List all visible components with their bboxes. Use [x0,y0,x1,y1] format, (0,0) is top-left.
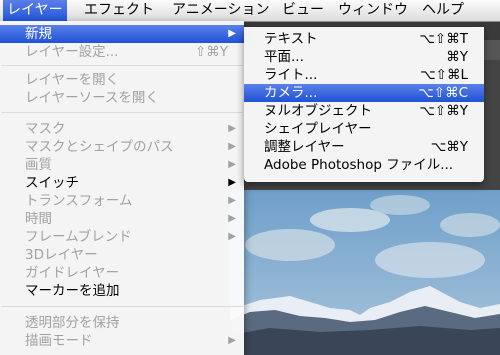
mountain-photo [230,190,500,355]
menu-item-label: 描画モード [25,333,93,349]
menu-item-new[interactable]: 新規 ▶ [0,25,244,43]
submenu-item-text[interactable]: テキスト ⌥⇧⌘T [244,30,484,48]
menu-item-blending-mode[interactable]: 描画モード ▶ [0,332,244,350]
submenu-arrow-icon: ▶ [228,195,236,206]
menu-item-label: ガイドレイヤー [25,265,120,281]
menu-item-label: ライト... [264,67,318,83]
menu-item-label: シェイプレイヤー [264,121,372,137]
new-submenu: テキスト ⌥⇧⌘T 平面... ⌘Y ライト... ⌥⇧⌘L カメラ... ⌥⇧… [244,27,484,182]
menu-item-label: レイヤーソースを開く [25,90,159,106]
submenu-item-solid[interactable]: 平面... ⌘Y [244,48,484,66]
background-scroll-edge [484,40,500,60]
submenu-item-camera[interactable]: カメラ... ⌥⇧⌘C [244,84,484,102]
shortcut-label: ⌥⇧⌘T [419,31,468,47]
menu-item-label: フレームブレンド [25,229,132,245]
submenu-item-adjustment-layer[interactable]: 調整レイヤー ⌥⌘Y [244,138,484,156]
submenu-arrow-icon: ▶ [228,28,236,39]
menu-item-label: スイッチ [25,175,79,191]
menu-item-time[interactable]: 時間 ▶ [0,210,244,228]
menu-item-label: レイヤー設定... [25,44,119,60]
shortcut-label: ⌘Y [446,49,468,65]
menu-item-mask-and-shape-path[interactable]: マスクとシェイプのパス ▶ [0,138,244,156]
menu-item-label: 3Dレイヤー [25,247,98,263]
menu-item-quality[interactable]: 画質 ▶ [0,156,244,174]
menu-separator [1,112,243,113]
menu-item-add-marker[interactable]: マーカーを追加 [0,282,244,300]
submenu-arrow-icon: ▶ [228,123,236,134]
menu-item-label: トランスフォーム [25,193,133,209]
menu-item-label: レイヤーを開く [25,72,120,88]
menu-item-label: 平面... [264,49,304,65]
shortcut-label: ⌥⇧⌘C [418,85,468,101]
menubar-help[interactable]: ヘルプ [418,0,468,21]
submenu-arrow-icon: ▶ [228,213,236,224]
menu-item-label: Adobe Photoshop ファイル... [264,157,454,173]
menu-item-preserve-transparency[interactable]: 透明部分を保持 [0,314,244,332]
menubar-window[interactable]: ウィンドウ [334,0,412,21]
submenu-item-shape-layer[interactable]: シェイプレイヤー [244,120,484,138]
menu-item-frame-blend[interactable]: フレームブレンド ▶ [0,228,244,246]
menu-item-mask[interactable]: マスク ▶ [0,120,244,138]
menu-item-label: 時間 [25,211,52,227]
menu-item-open-layer-source[interactable]: レイヤーソースを開く [0,89,244,107]
menubar-view[interactable]: ビュー [278,0,328,21]
menu-separator [1,65,243,66]
submenu-item-light[interactable]: ライト... ⌥⇧⌘L [244,66,484,84]
shortcut-label: ⌥⇧⌘Y [419,103,468,119]
menu-item-label: 画質 [25,157,52,173]
shortcut-label: ⇧⌘Y [194,44,228,60]
submenu-item-null-object[interactable]: ヌルオブジェクト ⌥⇧⌘Y [244,102,484,120]
menubar-layer[interactable]: レイヤー [3,0,67,21]
menu-item-label: マスク [25,121,66,137]
menubar-effect[interactable]: エフェクト [80,0,158,21]
submenu-arrow-icon: ▶ [228,177,236,188]
menu-item-label: マーカーを追加 [25,283,120,299]
menu-item-layer-settings[interactable]: レイヤー設定... ⇧⌘Y [0,43,244,61]
menu-item-label: テキスト [264,31,318,47]
shortcut-label: ⌥⌘Y [430,139,468,155]
submenu-arrow-icon: ▶ [228,231,236,242]
submenu-arrow-icon: ▶ [228,159,236,170]
menu-item-transform[interactable]: トランスフォーム ▶ [0,192,244,210]
menu-item-label: ヌルオブジェクト [264,103,372,119]
menu-item-label: 新規 [25,26,52,42]
menu-item-switches[interactable]: スイッチ ▶ [0,174,244,192]
submenu-arrow-icon: ▶ [228,335,236,346]
menu-separator [1,306,243,307]
layer-menu: 新規 ▶ レイヤー設定... ⇧⌘Y レイヤーを開く レイヤーソースを開く マス… [0,21,244,355]
submenu-arrow-icon: ▶ [228,141,236,152]
menu-item-label: カメラ... [264,85,318,101]
shortcut-label: ⌥⇧⌘L [420,67,468,83]
menu-item-label: 調整レイヤー [264,139,345,155]
menu-item-3d-layer[interactable]: 3Dレイヤー [0,246,244,264]
menu-bar: レイヤー エフェクト アニメーション ビュー ウィンドウ ヘルプ [0,0,500,22]
menu-item-label: 透明部分を保持 [25,315,120,331]
menu-item-label: マスクとシェイプのパス [25,139,174,155]
menubar-animation[interactable]: アニメーション [168,0,273,21]
menu-item-guide-layer[interactable]: ガイドレイヤー [0,264,244,282]
menu-item-open-layer[interactable]: レイヤーを開く [0,71,244,89]
submenu-item-photoshop-file[interactable]: Adobe Photoshop ファイル... [244,156,484,174]
